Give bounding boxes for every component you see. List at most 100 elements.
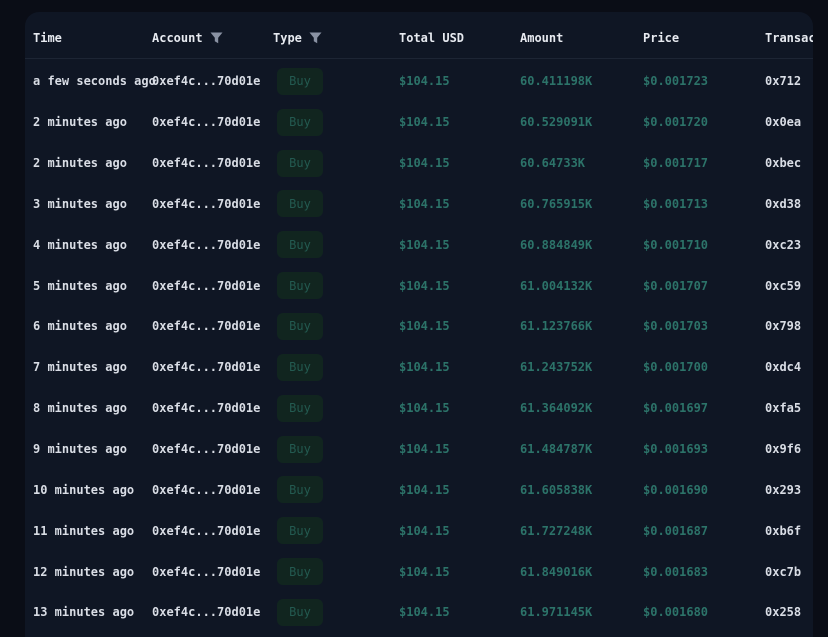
cell-price: $0.001703	[643, 319, 709, 334]
cell-transaction[interactable]: 0xc7b	[765, 565, 813, 579]
trade-type-badge: Buy	[277, 476, 323, 504]
cell-time: 9 minutes ago	[33, 442, 127, 457]
cell-type: Buy	[273, 231, 399, 259]
column-header-type[interactable]: Type	[273, 31, 399, 45]
cell-total-usd: $104.15	[399, 523, 450, 538]
column-header-total-usd[interactable]: Total USD	[399, 31, 520, 45]
cell-transaction[interactable]: 0x293	[765, 483, 813, 497]
table-row[interactable]: 2 minutes ago 0xef4c...70d01e Buy $104.15 60…	[25, 143, 813, 184]
trade-type-badge: Buy	[277, 190, 323, 218]
cell-price: $0.001723	[643, 74, 709, 89]
cell-transaction[interactable]: 0xc23	[765, 238, 813, 252]
cell-type: Buy	[273, 190, 399, 218]
trade-type-badge: Buy	[277, 231, 323, 259]
column-header-label: Total USD	[399, 31, 465, 45]
table-row[interactable]: 5 minutes ago 0xef4c...70d01e Buy $104.15 61…	[25, 265, 813, 306]
cell-time: 5 minutes ago	[33, 278, 127, 293]
cell-type: Buy	[273, 353, 399, 381]
cell-transaction[interactable]: 0xd38	[765, 197, 813, 211]
table-row[interactable]: 10 minutes ago 0xef4c...70d01e Buy $104.15 6…	[25, 469, 813, 510]
table-row[interactable]: 9 minutes ago 0xef4c...70d01e Buy $104.15 61…	[25, 429, 813, 470]
trade-type-badge: Buy	[277, 272, 323, 300]
table-row[interactable]: 4 minutes ago 0xef4c...70d01e Buy $104.15 60…	[25, 224, 813, 265]
cell-transaction[interactable]: 0x712	[765, 74, 813, 88]
trade-type-badge: Buy	[277, 394, 323, 422]
cell-account[interactable]: 0xef4c...70d01e	[152, 483, 273, 497]
cell-price: $0.001707	[643, 278, 709, 293]
trade-type-badge: Buy	[277, 108, 323, 136]
cell-transaction[interactable]: 0xdc4	[765, 360, 813, 374]
column-header-price[interactable]: Price	[643, 31, 765, 45]
cell-total-usd: $104.15	[399, 401, 450, 416]
cell-account[interactable]: 0xef4c...70d01e	[152, 197, 273, 211]
cell-time: 12 minutes ago	[33, 564, 135, 579]
cell-amount: 61.484787K	[520, 442, 593, 457]
table-row[interactable]: 3 minutes ago 0xef4c...70d01e Buy $104.15 60…	[25, 184, 813, 225]
cell-amount: 61.605838K	[520, 482, 593, 497]
cell-time: 2 minutes ago	[33, 115, 127, 130]
cell-time: 2 minutes ago	[33, 156, 127, 171]
column-header-label: Time	[33, 31, 62, 45]
table-row[interactable]: 6 minutes ago 0xef4c...70d01e Buy $104.15 61…	[25, 306, 813, 347]
filter-icon[interactable]	[309, 32, 322, 44]
cell-price: $0.001720	[643, 115, 709, 130]
cell-transaction[interactable]: 0xc59	[765, 279, 813, 293]
table-row[interactable]: 2 minutes ago 0xef4c...70d01e Buy $104.15 60…	[25, 102, 813, 143]
cell-type: Buy	[273, 476, 399, 504]
cell-transaction[interactable]: 0xb6f	[765, 524, 813, 538]
cell-account[interactable]: 0xef4c...70d01e	[152, 605, 273, 619]
cell-price: $0.001680	[643, 605, 709, 620]
cell-account[interactable]: 0xef4c...70d01e	[152, 115, 273, 129]
cell-account[interactable]: 0xef4c...70d01e	[152, 360, 273, 374]
cell-price: $0.001683	[643, 564, 709, 579]
trade-type-badge: Buy	[277, 517, 323, 545]
cell-account[interactable]: 0xef4c...70d01e	[152, 238, 273, 252]
cell-transaction[interactable]: 0x798	[765, 319, 813, 333]
cell-type: Buy	[273, 598, 399, 626]
table-row[interactable]: a few seconds ago 0xef4c...70d01e Buy $104.…	[25, 61, 813, 102]
cell-time: 13 minutes ago	[33, 605, 135, 620]
trade-type-badge: Buy	[277, 598, 323, 626]
column-header-account[interactable]: Account	[152, 31, 273, 45]
cell-account[interactable]: 0xef4c...70d01e	[152, 442, 273, 456]
table-row[interactable]: 11 minutes ago 0xef4c...70d01e Buy $104.15 6…	[25, 510, 813, 551]
table-row[interactable]: 13 minutes ago 0xef4c...70d01e Buy $104.15 6…	[25, 592, 813, 633]
cell-account[interactable]: 0xef4c...70d01e	[152, 319, 273, 333]
cell-type: Buy	[273, 517, 399, 545]
cell-time: 6 minutes ago	[33, 319, 127, 334]
cell-amount: 61.727248K	[520, 523, 593, 538]
cell-transaction[interactable]: 0x9f6	[765, 442, 813, 456]
trade-type-badge: Buy	[277, 312, 323, 340]
filter-icon[interactable]	[210, 32, 223, 44]
table-body: a few seconds ago 0xef4c...70d01e Buy $104.…	[25, 59, 813, 633]
cell-amount: 61.123766K	[520, 319, 593, 334]
cell-transaction[interactable]: 0x258	[765, 605, 813, 619]
trade-type-badge: Buy	[277, 149, 323, 177]
cell-account[interactable]: 0xef4c...70d01e	[152, 74, 273, 88]
cell-transaction[interactable]: 0xfa5	[765, 401, 813, 415]
cell-transaction[interactable]: 0xbec	[765, 156, 813, 170]
cell-price: $0.001690	[643, 482, 709, 497]
table-row[interactable]: 8 minutes ago 0xef4c...70d01e Buy $104.15 61…	[25, 388, 813, 429]
cell-amount: 60.529091K	[520, 115, 593, 130]
column-header-amount[interactable]: Amount	[520, 31, 643, 45]
trade-type-badge: Buy	[277, 435, 323, 463]
cell-type: Buy	[273, 108, 399, 136]
column-header-label: Transaction	[765, 31, 813, 45]
cell-account[interactable]: 0xef4c...70d01e	[152, 156, 273, 170]
column-header-time[interactable]: Time	[33, 31, 152, 45]
cell-type: Buy	[273, 312, 399, 340]
cell-account[interactable]: 0xef4c...70d01e	[152, 565, 273, 579]
table-row[interactable]: 7 minutes ago 0xef4c...70d01e Buy $104.15 61…	[25, 347, 813, 388]
column-header-transaction[interactable]: Transaction	[765, 31, 813, 45]
table-header: Time Account Type Total USD Amount Price Trans…	[25, 12, 813, 59]
table-row[interactable]: 12 minutes ago 0xef4c...70d01e Buy $104.15 6…	[25, 551, 813, 592]
cell-account[interactable]: 0xef4c...70d01e	[152, 401, 273, 415]
cell-total-usd: $104.15	[399, 482, 450, 497]
cell-amount: 61.971145K	[520, 605, 593, 620]
cell-time: 11 minutes ago	[33, 523, 135, 538]
cell-account[interactable]: 0xef4c...70d01e	[152, 524, 273, 538]
cell-amount: 60.765915K	[520, 196, 593, 211]
cell-account[interactable]: 0xef4c...70d01e	[152, 279, 273, 293]
cell-transaction[interactable]: 0x0ea	[765, 115, 813, 129]
